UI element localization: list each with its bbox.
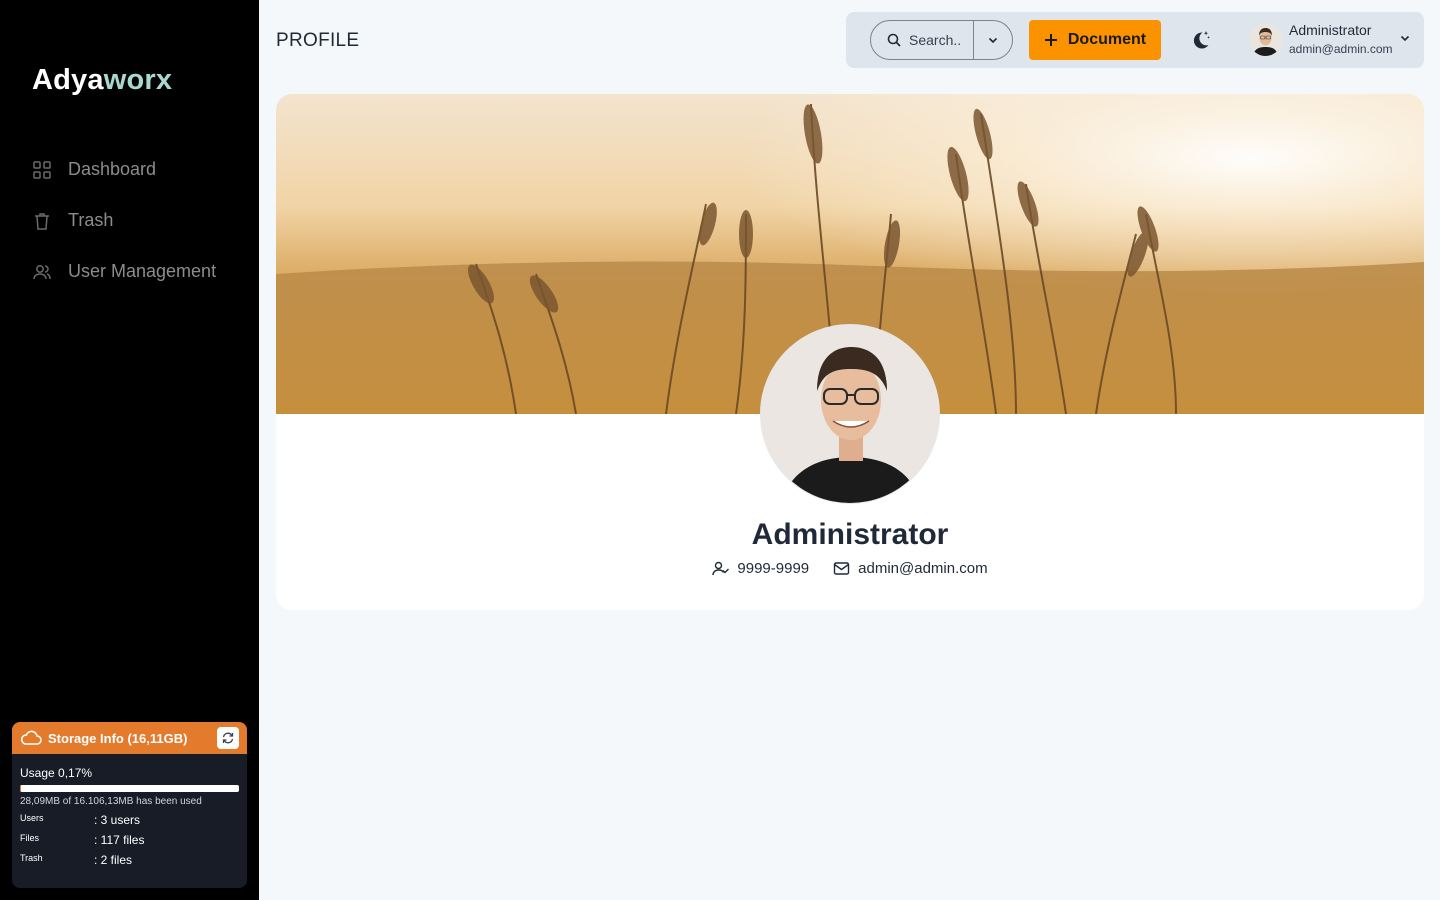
profile-email-text: admin@admin.com: [858, 560, 988, 577]
stat-value: : 2 files: [94, 853, 133, 867]
brand-part2: worx: [103, 64, 173, 96]
refresh-button[interactable]: [217, 727, 239, 749]
user-check-icon: [712, 561, 730, 576]
add-document-label: Document: [1067, 31, 1147, 48]
storage-title: Storage Info (16,11GB): [48, 730, 188, 746]
add-document-button[interactable]: Document: [1029, 20, 1161, 60]
avatar: [1249, 22, 1282, 56]
theme-toggle-button[interactable]: [1188, 28, 1212, 52]
plus-icon: [1044, 33, 1058, 47]
user-info: Administrator admin@admin.com: [1289, 22, 1393, 56]
sidebar-item-label: Dashboard: [68, 159, 157, 179]
search-box[interactable]: Search..: [870, 20, 1013, 60]
profile-avatar: [760, 324, 940, 504]
user-email: admin@admin.com: [1289, 42, 1393, 56]
usage-label: Usage 0,17%: [20, 766, 93, 780]
user-name: Administrator: [1289, 22, 1372, 38]
chevron-down-icon: [988, 37, 997, 44]
search-input[interactable]: Search..: [909, 32, 973, 48]
profile-email: admin@admin.com: [833, 560, 988, 577]
stat-value: : 3 users: [94, 813, 141, 827]
sidebar-item-dashboard[interactable]: Dashboard: [32, 152, 242, 187]
stat-row-trash: Trash : 2 files: [20, 853, 239, 867]
users-icon: [32, 262, 52, 282]
stat-key: Users: [20, 813, 44, 823]
search-dropdown-button[interactable]: [974, 34, 1013, 46]
chevron-down-icon[interactable]: [1399, 31, 1411, 49]
sidebar-item-label: User Management: [68, 261, 217, 281]
trash-icon: [32, 211, 52, 231]
storage-header: Storage Info (16,11GB): [12, 722, 247, 754]
grid-icon: [32, 160, 52, 180]
storage-body: Usage 0,17% 28,09MB of 16.106,13MB has b…: [12, 754, 247, 867]
brand-logo[interactable]: Adyaworx: [32, 64, 172, 97]
sidebar: Adyaworx Dashboard Trash User Management…: [0, 0, 259, 900]
page-title: PROFILE: [276, 30, 360, 51]
sidebar-nav: Dashboard Trash User Management: [32, 152, 242, 305]
sidebar-item-user-management[interactable]: User Management: [32, 254, 242, 289]
mail-icon: [833, 562, 850, 575]
stat-key: Trash: [20, 853, 43, 863]
stat-row-files: Files : 117 files: [20, 833, 239, 847]
stat-value: : 117 files: [94, 833, 145, 847]
profile-card: Administrator 9999-9999 admin@admin.com: [276, 94, 1424, 610]
stat-key: Files: [20, 833, 40, 843]
profile-name: Administrator: [751, 518, 949, 551]
top-toolbar: Search.. Document Administrator admin@ad…: [846, 12, 1424, 68]
sidebar-item-label: Trash: [68, 210, 114, 230]
profile-phone-text: 9999-9999: [737, 560, 810, 577]
usage-progress-bar: [20, 785, 239, 792]
profile-phone: 9999-9999: [712, 560, 809, 577]
brand-part1: Adya: [32, 64, 104, 96]
profile-contact: 9999-9999 admin@admin.com: [276, 560, 1424, 577]
user-menu[interactable]: Administrator admin@admin.com: [1249, 22, 1410, 56]
cloud-icon: [20, 729, 42, 747]
search-icon: [887, 33, 901, 47]
refresh-icon: [222, 732, 234, 744]
storage-info-card: Storage Info (16,11GB) Usage 0,17% 28,09…: [12, 722, 247, 888]
stat-row-users: Users : 3 users: [20, 813, 239, 827]
usage-detail: 28,09MB of 16.106,13MB has been used: [20, 796, 202, 807]
moon-icon: [1193, 31, 1210, 49]
sidebar-item-trash[interactable]: Trash: [32, 203, 242, 238]
